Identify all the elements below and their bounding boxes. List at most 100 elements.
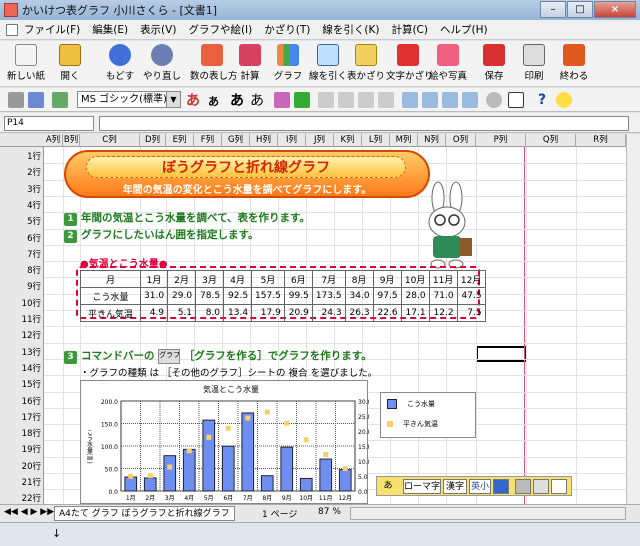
menu-edit[interactable]: 編集(E) [92,22,128,37]
tool-icon[interactable] [533,479,549,494]
document-icon[interactable] [6,23,18,36]
row-header-11[interactable]: 11行 [22,313,41,325]
row-header-3[interactable]: 3行 [27,183,41,195]
column-header-p[interactable]: P列 [476,134,526,147]
row-header-7[interactable]: 7行 [27,248,41,260]
column-header-l[interactable]: L列 [362,134,390,147]
font-select[interactable]: MS ゴシック(標準) ▼ [77,91,181,108]
row-header-6[interactable]: 6行 [27,232,41,244]
help-icon[interactable]: ? [534,92,550,108]
exit-button[interactable]: 終わる [552,43,596,85]
graph-command-icon[interactable]: グラフ [158,348,181,364]
column-header-m[interactable]: M列 [390,134,418,147]
row-header-16[interactable]: 16行 [22,395,41,407]
column-header-o[interactable]: O列 [446,134,476,147]
chevron-down-icon[interactable]: ▼ [166,92,180,107]
pad-icon[interactable] [515,479,531,494]
row-header-17[interactable]: 17行 [22,411,41,423]
column-header-b[interactable]: B列 [63,134,80,147]
redo-button[interactable]: やり直し [140,43,184,85]
maximize-button[interactable]: □ [567,1,593,18]
delete-row-icon[interactable] [442,92,458,108]
text-color-icon[interactable] [274,92,290,108]
formula-input[interactable] [99,116,629,131]
row-header-1[interactable]: 1行 [27,150,41,162]
menu-calc[interactable]: 計算(C) [391,22,428,37]
save-button[interactable]: 保存 [472,43,516,85]
row-header-10[interactable]: 10行 [22,297,41,309]
row-header-14[interactable]: 14行 [22,362,41,374]
cut-icon[interactable] [8,92,24,108]
menu-line[interactable]: 線を引く(K) [322,22,379,37]
horizontal-scrollbar[interactable] [350,507,626,520]
hint-icon[interactable] [556,92,572,108]
row-header-21[interactable]: 21行 [22,476,41,488]
column-header-g[interactable]: G列 [222,134,250,147]
insert-col-icon[interactable] [422,92,438,108]
column-header-q[interactable]: Q列 [526,134,576,147]
ime-icon[interactable]: あ [379,479,397,494]
column-header-r[interactable]: R列 [576,134,626,147]
align-right-icon[interactable] [358,92,374,108]
column-header-n[interactable]: N列 [418,134,446,147]
print-preview-icon[interactable] [486,92,502,108]
page-icon[interactable] [508,92,524,108]
align-justify-icon[interactable] [378,92,394,108]
eisu-button[interactable]: 英小 [469,479,491,494]
menu-icon[interactable] [551,479,567,494]
keyboard-icon[interactable] [493,479,509,494]
copy-icon[interactable] [28,92,44,108]
close-button[interactable]: × [594,1,636,18]
row-header-22[interactable]: 22行 [22,492,41,504]
text-decor-button[interactable]: 文字かざり [386,43,434,85]
fill-color-icon[interactable] [294,92,310,108]
column-header-k[interactable]: K列 [334,134,362,147]
row-header-9[interactable]: 9行 [27,280,41,292]
menu-decor[interactable]: かざり(T) [264,22,310,37]
combo-chart[interactable]: 気温とこう水量 200.0 150.0 100.0 50.0 0.0 30.0 25.0 20.… [80,380,381,504]
cell-name-box[interactable]: P14 [4,116,94,131]
column-header-d[interactable]: D列 [140,134,166,147]
font-larger-icon[interactable]: あ [186,90,200,110]
row-header-8[interactable]: 8行 [27,264,41,276]
row-header-15[interactable]: 15行 [22,378,41,390]
row-header-20[interactable]: 20行 [22,460,41,472]
print-button[interactable]: 印刷 [512,43,556,85]
menu-view[interactable]: 表示(V) [140,22,176,37]
column-header-f[interactable]: F列 [194,134,222,147]
column-header-j[interactable]: J列 [306,134,334,147]
open-button[interactable]: 開く [48,43,92,85]
zoom-level[interactable]: 87 % [318,507,341,517]
row-header-18[interactable]: 18行 [22,427,41,439]
menu-graph[interactable]: グラフや絵(I) [188,22,252,37]
column-header-h[interactable]: H列 [250,134,278,147]
normal-icon[interactable]: あ [250,90,264,110]
column-header-e[interactable]: E列 [166,134,194,147]
undo-button[interactable]: もどす [98,43,142,85]
row-header-12[interactable]: 12行 [22,329,41,341]
menu-help[interactable]: ヘルプ(H) [440,22,488,37]
column-header-a[interactable]: A列 [44,134,63,147]
align-center-icon[interactable] [338,92,354,108]
tab-nav-buttons[interactable]: ◀◀ ◀ ▶ ▶▶ [4,507,54,517]
vertical-scrollbar[interactable] [626,134,640,504]
delete-col-icon[interactable] [462,92,478,108]
row-header-4[interactable]: 4行 [27,199,41,211]
minimize-button[interactable]: – [540,1,566,18]
table-decor-button[interactable]: 表かざり [344,43,388,85]
row-header-19[interactable]: 19行 [22,443,41,455]
menu-file[interactable]: ファイル(F) [24,22,80,37]
insert-row-icon[interactable] [402,92,418,108]
font-smaller-icon[interactable]: あ [208,93,219,109]
kanji-button[interactable]: 漢字 [443,479,467,494]
bold-icon[interactable]: あ [230,90,244,110]
align-left-icon[interactable] [318,92,334,108]
romaji-button[interactable]: ローマ字 [403,479,441,494]
new-paper-button[interactable]: 新しい紙 [4,43,48,85]
paint-icon[interactable] [52,92,68,108]
picture-button[interactable]: 絵や写真 [426,43,470,85]
row-header-5[interactable]: 5行 [27,215,41,227]
column-header-c[interactable]: C列 [80,134,140,147]
graph-button[interactable]: グラフ [266,43,310,85]
sheet-tab[interactable]: A4たて グラフ ぼうグラフと折れ線グラフ [54,506,235,521]
